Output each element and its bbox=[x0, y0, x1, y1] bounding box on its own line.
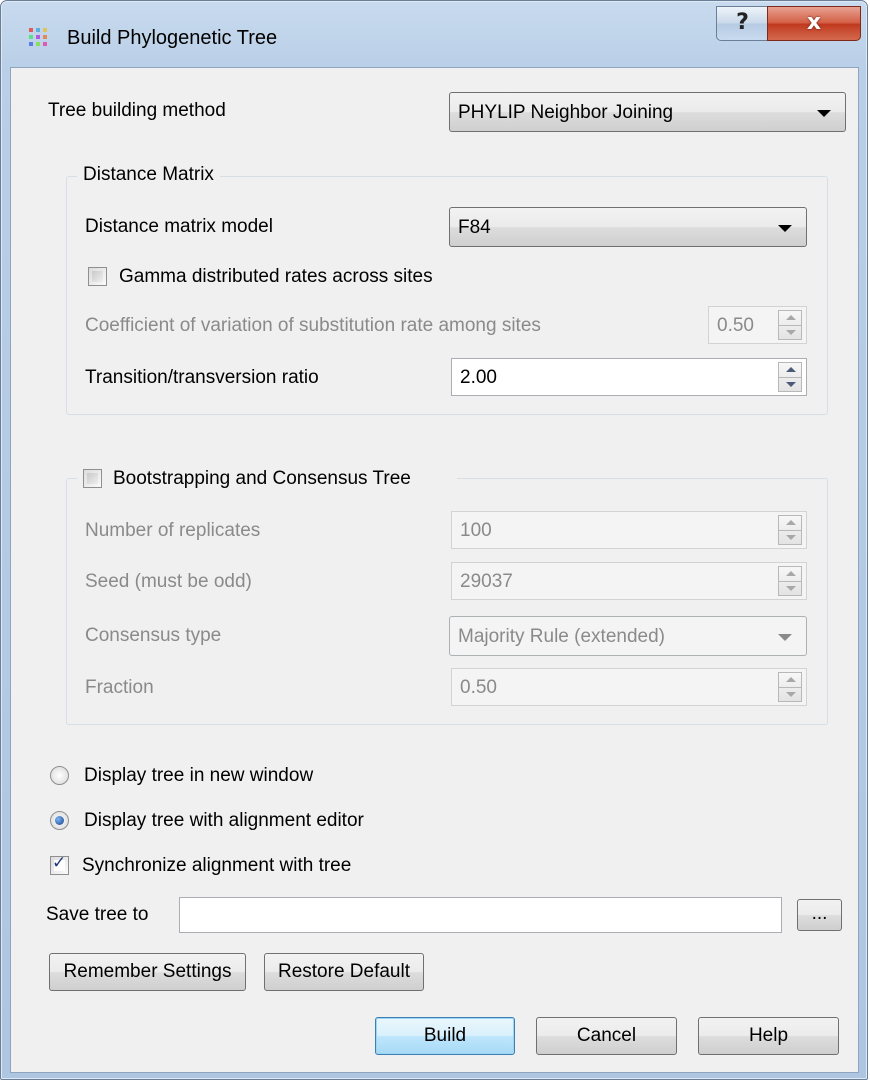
app-icon bbox=[29, 28, 47, 46]
replicates-value: 100 bbox=[460, 520, 492, 541]
browse-button[interactable]: ... bbox=[797, 899, 842, 931]
distance-model-label: Distance matrix model bbox=[85, 216, 273, 237]
spin-arrows-icon[interactable] bbox=[778, 566, 802, 596]
save-tree-label: Save tree to bbox=[46, 904, 149, 925]
checkmark-icon: ✓ bbox=[52, 853, 67, 873]
replicates-label: Number of replicates bbox=[85, 520, 261, 541]
consensus-select[interactable]: Majority Rule (extended) bbox=[449, 616, 807, 656]
with-editor-radio[interactable] bbox=[50, 811, 69, 830]
new-window-radio[interactable] bbox=[50, 766, 69, 785]
consensus-value: Majority Rule (extended) bbox=[458, 626, 665, 647]
distance-model-select[interactable]: F84 bbox=[449, 207, 807, 247]
coef-spinbox[interactable]: 0.50 bbox=[708, 306, 807, 344]
coef-value: 0.50 bbox=[717, 315, 754, 336]
method-label: Tree building method bbox=[48, 100, 226, 121]
fraction-value: 0.50 bbox=[460, 677, 497, 698]
ratio-label: Transition/transversion ratio bbox=[85, 367, 319, 388]
close-icon: x bbox=[806, 10, 822, 35]
spin-arrows-icon[interactable] bbox=[778, 672, 802, 702]
help-button[interactable]: Help bbox=[698, 1017, 839, 1055]
chevron-down-icon bbox=[778, 225, 792, 232]
chevron-down-icon bbox=[817, 110, 831, 117]
help-caption-button[interactable]: ? bbox=[716, 6, 769, 41]
coef-label: Coefficient of variation of substitution… bbox=[85, 315, 541, 336]
bootstrap-checkbox[interactable] bbox=[83, 469, 102, 488]
new-window-label: Display tree in new window bbox=[84, 765, 314, 786]
seed-value: 29037 bbox=[460, 571, 513, 592]
dialog-window: Build Phylogenetic Tree ? x Tree buildin… bbox=[0, 0, 868, 1080]
title-bar[interactable]: Build Phylogenetic Tree ? x bbox=[1, 1, 867, 67]
close-button[interactable]: x bbox=[767, 6, 861, 41]
bootstrap-group-title: Bootstrapping and Consensus Tree bbox=[113, 468, 411, 489]
seed-label: Seed (must be odd) bbox=[85, 571, 252, 592]
replicates-spinbox[interactable]: 100 bbox=[451, 511, 807, 549]
chevron-down-icon bbox=[778, 634, 792, 641]
ratio-value: 2.00 bbox=[460, 367, 497, 388]
window-title: Build Phylogenetic Tree bbox=[67, 27, 278, 49]
dialog-client-area: Tree building method PHYLIP Neighbor Joi… bbox=[10, 67, 859, 1073]
fraction-label: Fraction bbox=[85, 677, 154, 698]
consensus-label: Consensus type bbox=[85, 625, 222, 646]
spin-arrows-icon[interactable] bbox=[778, 310, 802, 340]
gamma-label: Gamma distributed rates across sites bbox=[119, 266, 433, 287]
spin-arrows-icon[interactable] bbox=[778, 515, 802, 545]
save-path-input[interactable] bbox=[179, 897, 782, 933]
seed-spinbox[interactable]: 29037 bbox=[451, 562, 807, 600]
sync-checkbox[interactable]: ✓ bbox=[50, 853, 69, 875]
question-icon: ? bbox=[736, 10, 749, 35]
spin-arrows-icon[interactable] bbox=[778, 362, 802, 392]
remember-settings-button[interactable]: Remember Settings bbox=[49, 953, 246, 991]
distance-model-value: F84 bbox=[458, 217, 491, 238]
sync-label: Synchronize alignment with tree bbox=[82, 855, 352, 876]
with-editor-label: Display tree with alignment editor bbox=[84, 810, 364, 831]
method-select[interactable]: PHYLIP Neighbor Joining bbox=[449, 92, 846, 132]
method-select-value: PHYLIP Neighbor Joining bbox=[458, 102, 674, 123]
distance-matrix-group-title: Distance Matrix bbox=[77, 164, 220, 186]
build-button[interactable]: Build bbox=[375, 1017, 515, 1055]
fraction-spinbox[interactable]: 0.50 bbox=[451, 668, 807, 706]
gamma-checkbox[interactable] bbox=[88, 267, 107, 286]
restore-default-button[interactable]: Restore Default bbox=[264, 953, 424, 991]
cancel-button[interactable]: Cancel bbox=[536, 1017, 677, 1055]
ratio-spinbox[interactable]: 2.00 bbox=[451, 358, 807, 396]
